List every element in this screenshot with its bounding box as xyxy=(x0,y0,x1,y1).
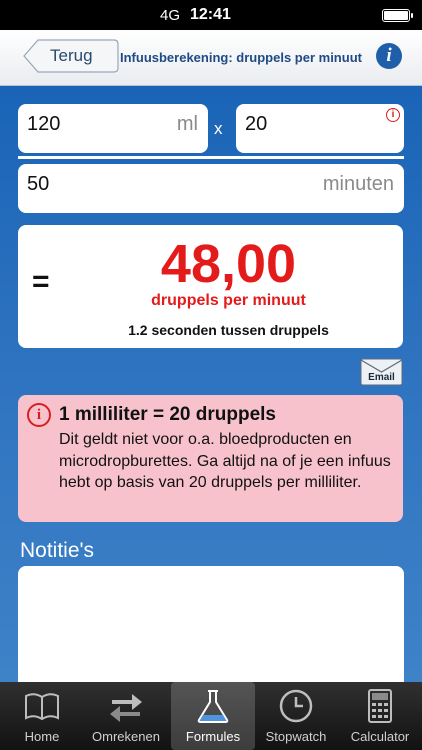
duration-input[interactable]: 50 minuten xyxy=(18,164,404,213)
status-bar: 4G 12:41 xyxy=(0,0,422,30)
notes-textarea[interactable] xyxy=(18,566,404,696)
duration-value: 50 xyxy=(27,173,50,195)
divider xyxy=(18,156,404,159)
volume-input[interactable]: 120 ml xyxy=(18,104,208,153)
notes-label: Notitie's xyxy=(20,539,95,562)
calculator-panel: 120 ml x 20 i 50 minuten = 48,00 druppel… xyxy=(0,86,422,696)
drop-interval: 1.2 seconden tussen druppels xyxy=(128,322,329,338)
tab-formules[interactable]: Formules xyxy=(171,682,255,750)
tab-omrekenen[interactable]: Omrekenen xyxy=(84,682,168,750)
drops-per-ml-input[interactable]: 20 i xyxy=(236,104,404,153)
tab-calculator-label: Calculator xyxy=(350,729,410,744)
tab-home[interactable]: Home xyxy=(0,682,84,750)
duration-unit: minuten xyxy=(322,173,394,195)
result-box: = 48,00 druppels per minuut 1.2 seconden… xyxy=(18,225,403,348)
multiply-sign: x xyxy=(214,119,223,138)
navigation-bar: Terug Infuusberekening: druppels per min… xyxy=(0,30,422,113)
network-indicator: 4G xyxy=(160,7,181,24)
tab-stopwatch[interactable]: Stopwatch xyxy=(254,682,338,750)
alert-icon: i xyxy=(27,403,51,427)
arrows-icon xyxy=(110,694,142,722)
back-button[interactable]: Terug xyxy=(22,38,120,74)
email-button-label: Email xyxy=(368,372,395,383)
back-button-label: Terug xyxy=(50,46,93,65)
email-button[interactable]: Email xyxy=(360,358,403,386)
tab-omrekenen-label: Omrekenen xyxy=(92,729,160,744)
page-title: Infuusberekening: druppels per minuut xyxy=(120,50,362,65)
volume-unit: ml xyxy=(176,113,198,135)
tab-stopwatch-label: Stopwatch xyxy=(265,729,327,744)
notice-title: 1 milliliter = 20 druppels xyxy=(59,404,276,425)
calculator-icon xyxy=(368,689,392,723)
tab-home-label: Home xyxy=(24,729,60,744)
flask-icon xyxy=(197,690,229,723)
notice-body: Dit geldt niet voor o.a. bloedproducten … xyxy=(59,431,391,491)
clock-icon xyxy=(279,689,313,723)
drops-per-ml-value: 20 xyxy=(245,113,268,135)
info-icon[interactable]: i xyxy=(376,43,402,69)
volume-value: 120 xyxy=(27,113,61,135)
result-value: 48,00 xyxy=(160,234,297,294)
tab-bar: Home Omrekenen Formules Stopwatch Calcul… xyxy=(0,682,422,750)
result-unit: druppels per minuut xyxy=(151,292,306,309)
warning-icon[interactable]: i xyxy=(386,108,400,122)
book-icon xyxy=(25,693,59,721)
battery-icon xyxy=(382,9,413,22)
clock: 12:41 xyxy=(190,6,231,23)
info-notice: i 1 milliliter = 20 druppels Dit geldt n… xyxy=(18,395,403,522)
tab-calculator[interactable]: Calculator xyxy=(338,682,422,750)
tab-formules-label: Formules xyxy=(185,729,241,744)
